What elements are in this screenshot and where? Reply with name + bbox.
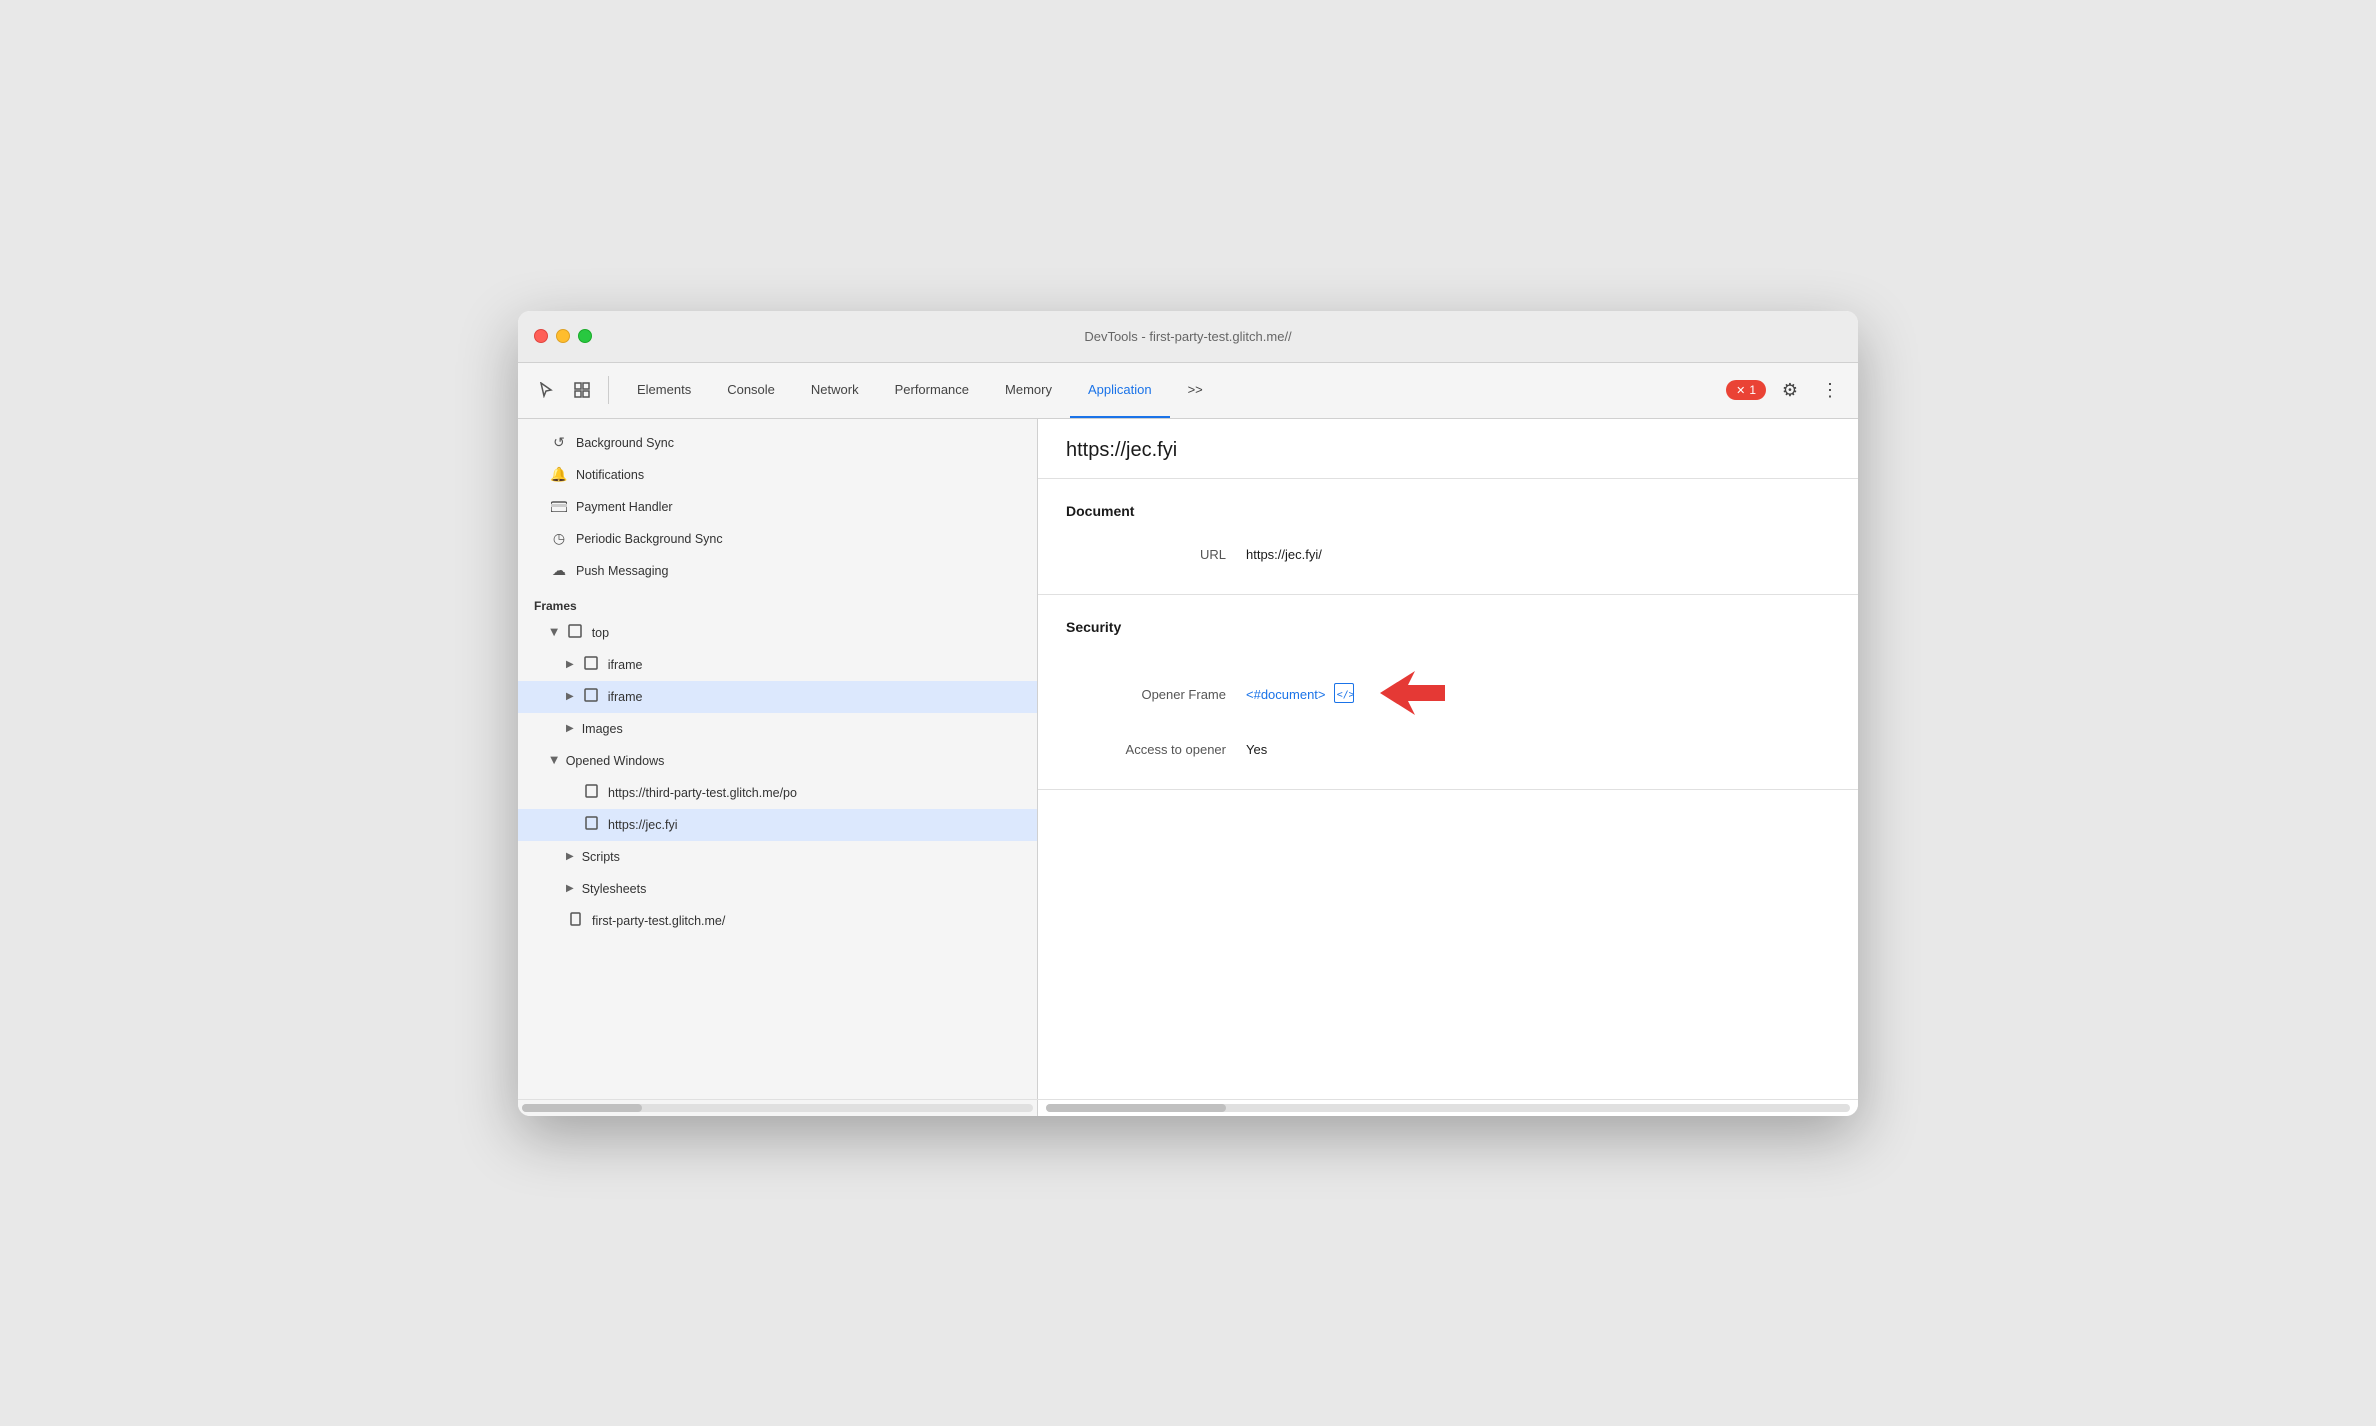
sidebar-item-payment-handler[interactable]: Payment Handler [518,491,1037,523]
refresh-icon: ↺ [550,434,568,451]
minimize-button[interactable] [556,329,570,343]
bottom-scroll-area [518,1099,1858,1116]
tab-network[interactable]: Network [793,362,877,418]
sidebar-item-images[interactable]: ▶ Images [518,713,1037,745]
frame-box-icon-2 [582,688,600,705]
main-panel: https://jec.fyi Document URL https://jec… [1038,419,1858,1099]
error-badge[interactable]: ✕ 1 [1726,380,1766,400]
inspect-button[interactable] [566,374,598,406]
red-arrow-icon [1370,663,1450,723]
page-icon-2 [582,816,600,833]
settings-button[interactable]: ⚙ [1774,374,1806,406]
cloud-icon: ☁ [550,562,568,579]
url-value: https://jec.fyi/ [1246,547,1322,562]
opener-frame-link[interactable]: <#document> [1246,687,1326,702]
clock-icon: ◷ [550,530,568,547]
sidebar-item-opened-url2[interactable]: https://jec.fyi [518,809,1037,841]
opener-frame-label: Opener Frame [1066,687,1246,702]
sidebar-item-stylesheets[interactable]: ▶ Stylesheets [518,873,1037,905]
inspect-icon [573,381,591,399]
opener-frame-row: Opener Frame <#document> </> [1066,655,1830,734]
tab-elements[interactable]: Elements [619,362,709,418]
traffic-lights [534,329,592,343]
sidebar-scroll-thumb[interactable] [522,1104,642,1112]
sidebar-item-scripts[interactable]: ▶ Scripts [518,841,1037,873]
maximize-button[interactable] [578,329,592,343]
window-title: DevTools - first-party-test.glitch.me// [1084,329,1291,344]
error-icon: ✕ [1736,384,1745,397]
tab-more[interactable]: >> [1170,362,1221,418]
sidebar-item-top[interactable]: ▶ top [518,617,1037,649]
chevron-right-icon: ▶ [566,659,574,670]
chevron-right-icon-4: ▶ [566,851,574,862]
panel-url: https://jec.fyi [1038,419,1858,479]
chevron-right-icon-3: ▶ [566,723,574,734]
document-section-title: Document [1066,503,1830,519]
access-to-opener-value: Yes [1246,742,1267,757]
bell-icon: 🔔 [550,466,568,483]
sidebar-item-push-messaging[interactable]: ☁ Push Messaging [518,555,1037,587]
arrow-annotation [1370,663,1450,726]
tab-console[interactable]: Console [709,362,793,418]
sidebar-item-iframe1[interactable]: ▶ iframe [518,649,1037,681]
main-content: ↺ Background Sync 🔔 Notifications Paymen… [518,419,1858,1099]
cursor-icon [538,382,554,398]
frames-section-label: Frames [518,587,1037,617]
main-scroll-thumb[interactable] [1046,1104,1226,1112]
cursor-tool-button[interactable] [530,374,562,406]
sidebar-item-opened-windows[interactable]: ▶ Opened Windows [518,745,1037,777]
toolbar-divider [608,376,609,404]
url-row: URL https://jec.fyi/ [1066,539,1830,570]
chevron-right-icon-5: ▶ [566,883,574,894]
svg-text:</>: </> [1336,689,1353,700]
tab-memory[interactable]: Memory [987,362,1070,418]
sidebar: ↺ Background Sync 🔔 Notifications Paymen… [518,419,1038,1099]
security-section-title: Security [1066,619,1830,635]
access-to-opener-row: Access to opener Yes [1066,734,1830,765]
sidebar-scrollbar[interactable] [518,1100,1038,1116]
chevron-right-icon-2: ▶ [566,691,574,702]
sidebar-item-notifications[interactable]: 🔔 Notifications [518,459,1037,491]
sidebar-item-iframe2[interactable]: ▶ iframe [518,681,1037,713]
title-bar: DevTools - first-party-test.glitch.me// [518,311,1858,363]
close-button[interactable] [534,329,548,343]
url-label: URL [1066,547,1246,562]
sidebar-item-background-sync[interactable]: ↺ Background Sync [518,427,1037,459]
devtools-window: DevTools - first-party-test.glitch.me// … [518,311,1858,1116]
toolbar: Elements Console Network Performance Mem… [518,363,1858,419]
chevron-down-icon: ▶ [548,629,559,637]
code-inspect-icon[interactable]: </> [1334,683,1354,706]
frame-icon [566,624,584,641]
document-section: Document URL https://jec.fyi/ [1038,479,1858,595]
toolbar-tabs: Elements Console Network Performance Mem… [619,362,1722,418]
frame-box-icon [582,656,600,673]
sidebar-item-opened-url1[interactable]: https://third-party-test.glitch.me/po [518,777,1037,809]
tab-performance[interactable]: Performance [877,362,987,418]
security-section: Security Opener Frame <#document> </> [1038,595,1858,790]
page-icon [582,784,600,801]
main-panel-scrollbar[interactable] [1038,1100,1858,1116]
file-icon [566,912,584,929]
access-to-opener-label: Access to opener [1066,742,1246,757]
sidebar-item-first-party[interactable]: first-party-test.glitch.me/ [518,905,1037,937]
tab-application[interactable]: Application [1070,362,1170,418]
payment-icon [550,499,568,515]
chevron-down-icon-2: ▶ [548,757,559,765]
toolbar-right: ✕ 1 ⚙ ⋮ [1726,374,1846,406]
sidebar-item-periodic-sync[interactable]: ◷ Periodic Background Sync [518,523,1037,555]
more-options-button[interactable]: ⋮ [1814,374,1846,406]
